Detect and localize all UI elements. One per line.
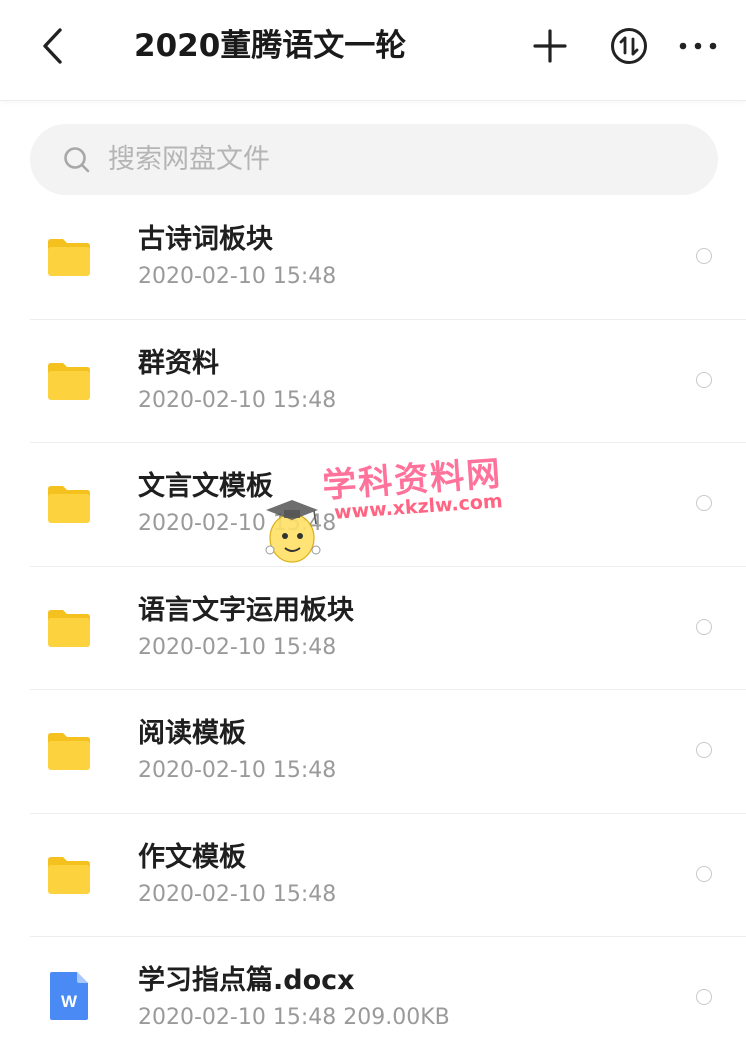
- chevron-left-icon: [43, 28, 62, 64]
- select-radio[interactable]: [696, 742, 712, 758]
- sort-arrows-circle-icon: [611, 28, 647, 64]
- more-horizontal-icon: [679, 42, 717, 50]
- folder-icon: [48, 856, 90, 894]
- file-name: 阅读模板: [138, 718, 246, 749]
- add-button[interactable]: [524, 20, 576, 72]
- list-item[interactable]: 文言文模板 2020-02-10 15:48: [0, 443, 746, 567]
- file-name: 作文模板: [138, 841, 246, 873]
- folder-icon: [48, 486, 90, 523]
- select-radio[interactable]: [696, 495, 712, 511]
- select-radio[interactable]: [696, 248, 712, 264]
- list-item[interactable]: W 学习指点篇.docx 2020-02-10 15:48 209.00KB: [0, 937, 746, 1061]
- plus-icon: [533, 29, 567, 63]
- file-name: 文言文模板: [138, 471, 273, 502]
- folder-icon: [48, 362, 90, 400]
- file-meta: 2020-02-10 15:48 209.00KB: [138, 1005, 450, 1030]
- file-name: 语言文字运用板块: [138, 594, 354, 626]
- back-button[interactable]: [28, 18, 78, 74]
- file-meta: 2020-02-10 15:48: [138, 387, 337, 413]
- file-list: 古诗词板块 2020-02-10 15:48 群资料 2020-02-10 15…: [0, 196, 746, 1061]
- file-meta: 2020-02-10 15:48: [138, 511, 337, 536]
- file-name: 古诗词板块: [138, 224, 273, 255]
- search-bar[interactable]: [30, 124, 718, 195]
- list-item[interactable]: 古诗词板块 2020-02-10 15:48: [0, 196, 746, 320]
- file-name: 学习指点篇.docx: [138, 965, 355, 996]
- select-radio[interactable]: [696, 618, 712, 635]
- folder-icon: [48, 733, 90, 770]
- file-meta: 2020-02-10 15:48: [138, 881, 337, 907]
- list-item[interactable]: 群资料 2020-02-10 15:48: [0, 320, 746, 444]
- select-radio[interactable]: [696, 371, 712, 388]
- file-meta: 2020-02-10 15:48: [138, 758, 337, 783]
- file-meta: 2020-02-10 15:48: [138, 634, 337, 660]
- search-icon: [60, 143, 94, 177]
- folder-icon: [48, 239, 90, 276]
- top-bar: 2020董腾语文一轮: [0, 0, 746, 101]
- list-item[interactable]: 语言文字运用板块 2020-02-10 15:48: [0, 567, 746, 691]
- select-radio[interactable]: [696, 865, 712, 882]
- folder-icon: [48, 609, 90, 647]
- file-name: 群资料: [138, 347, 219, 379]
- word-document-icon: W: [50, 972, 88, 1020]
- search-input[interactable]: [108, 135, 668, 184]
- more-button[interactable]: [672, 20, 724, 72]
- docx-badge: W: [61, 992, 78, 1011]
- sort-button[interactable]: [603, 20, 655, 72]
- list-item[interactable]: 作文模板 2020-02-10 15:48: [0, 814, 746, 938]
- select-radio[interactable]: [696, 989, 712, 1005]
- list-item[interactable]: 阅读模板 2020-02-10 15:48: [0, 690, 746, 814]
- page-title: 2020董腾语文一轮: [134, 28, 407, 64]
- file-meta: 2020-02-10 15:48: [138, 264, 337, 289]
